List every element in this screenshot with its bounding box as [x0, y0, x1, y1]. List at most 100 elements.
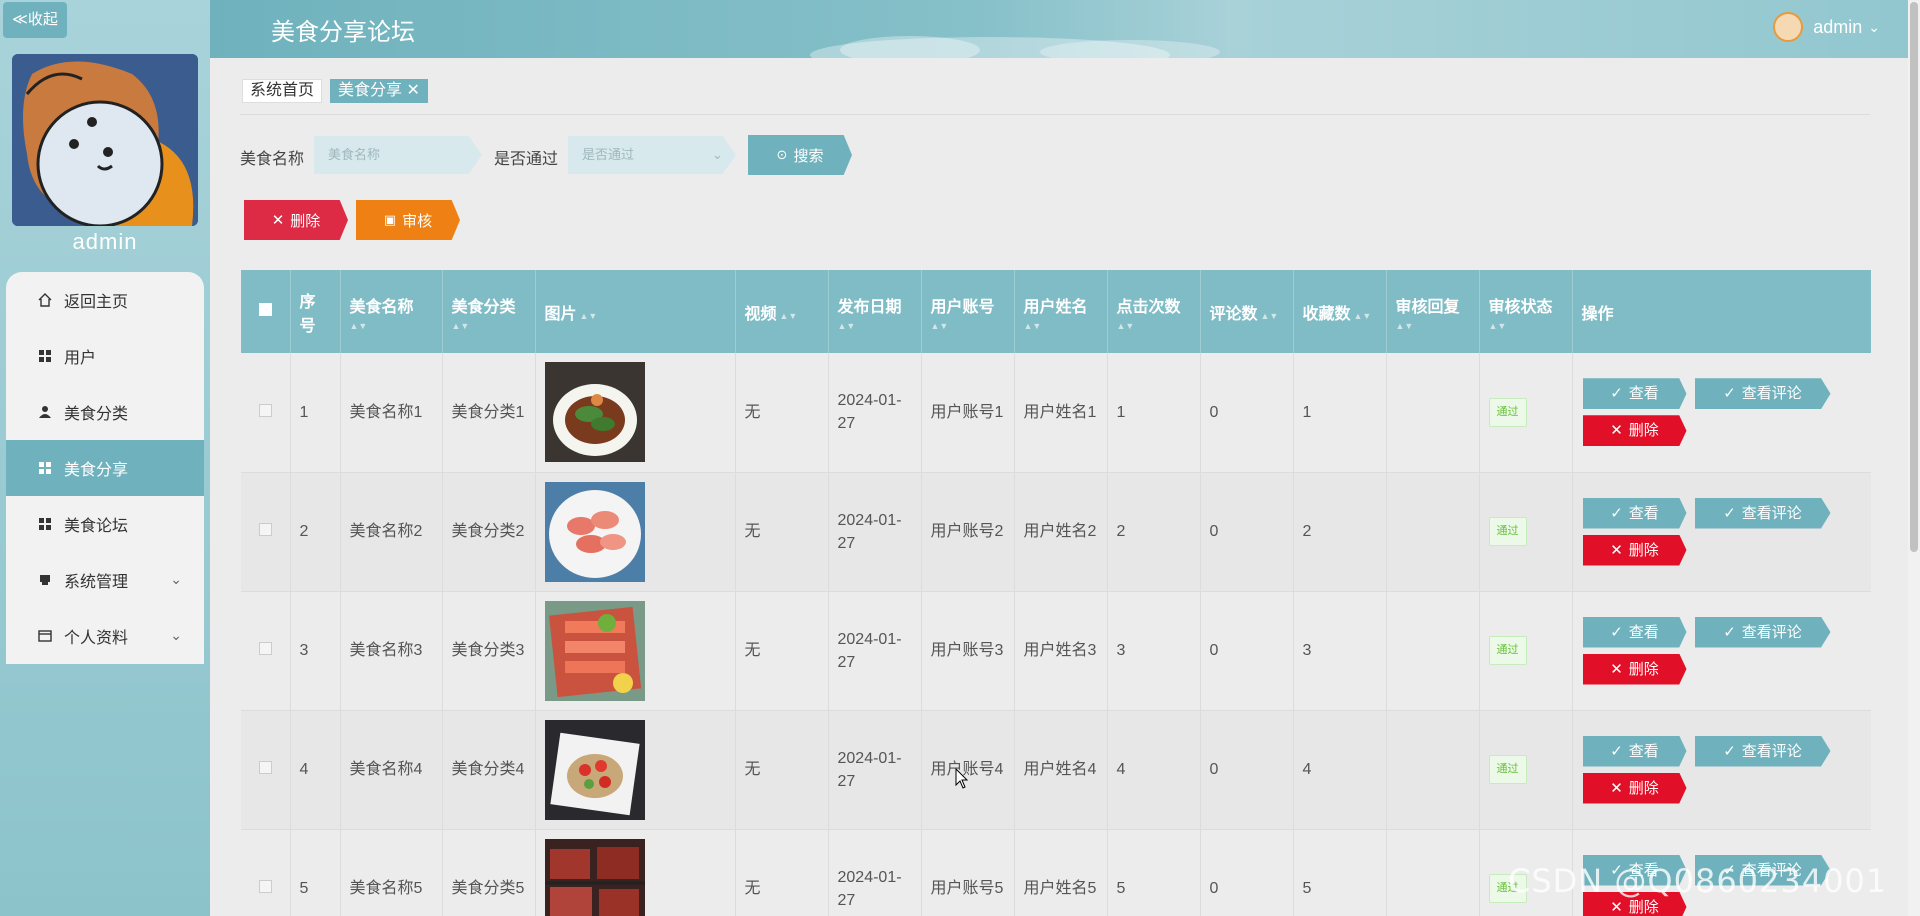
sort-icon[interactable]: ▲▼: [931, 321, 1005, 331]
select-all-checkbox[interactable]: [258, 302, 272, 316]
home-icon: [38, 293, 52, 307]
sort-icon[interactable]: ▲▼: [350, 321, 433, 331]
row-select[interactable]: [241, 353, 291, 473]
sort-icon[interactable]: ▲▼: [1396, 321, 1470, 331]
cell-video: 无: [735, 472, 829, 592]
col-comments[interactable]: 评论数 ▲▼: [1200, 270, 1294, 353]
select-all-header[interactable]: [241, 270, 291, 353]
view-button[interactable]: ✓ 查看: [1582, 497, 1687, 529]
col-reply[interactable]: 审核回复 ▲▼: [1386, 270, 1480, 353]
cell-username: 用户姓名3: [1014, 591, 1108, 711]
food-image[interactable]: [544, 600, 645, 701]
data-table: 序号 美食名称 ▲▼ 美食分类 ▲▼ 图片 ▲▼ 视频 ▲▼ 发布日期 ▲▼ 用户账号 ▲▼…: [241, 270, 1871, 916]
page-scrollbar[interactable]: [1908, 0, 1920, 916]
cell-comments: 0: [1200, 710, 1294, 830]
view-comments-button[interactable]: ✓ 查看评论: [1694, 735, 1831, 767]
col-image[interactable]: 图片 ▲▼: [535, 270, 736, 353]
food-image[interactable]: [544, 481, 645, 582]
sidebar-item-system[interactable]: 系统管理 ⌄: [6, 552, 204, 608]
row-select[interactable]: [241, 591, 291, 711]
pass-select[interactable]: 是否通过 ⌄: [568, 136, 736, 174]
sort-icon[interactable]: ▲▼: [1117, 321, 1191, 331]
sidebar-item-home[interactable]: 返回主页: [6, 272, 204, 328]
search-button[interactable]: ⊙ 搜索: [748, 135, 852, 175]
tabs-divider: [240, 114, 1870, 115]
sort-icon[interactable]: ▲▼: [1354, 311, 1372, 321]
view-button[interactable]: ✓ 查看: [1582, 616, 1687, 648]
cell-favs: 1: [1293, 353, 1387, 473]
row-checkbox[interactable]: [258, 880, 272, 893]
col-status[interactable]: 审核状态 ▲▼: [1479, 270, 1573, 353]
scrollbar-thumb[interactable]: [1910, 2, 1918, 552]
col-name[interactable]: 美食名称 ▲▼: [340, 270, 443, 353]
delete-button[interactable]: ✕ 删除: [1582, 772, 1687, 804]
col-favs[interactable]: 收藏数 ▲▼: [1293, 270, 1387, 353]
grid-icon: [39, 462, 51, 474]
sidebar-item-users[interactable]: 用户: [6, 328, 204, 384]
row-select[interactable]: [241, 829, 291, 916]
row-select[interactable]: [241, 710, 291, 830]
col-video[interactable]: 视频 ▲▼: [735, 270, 829, 353]
cell-username: 用户姓名4: [1014, 710, 1108, 830]
sidebar-item-food-share[interactable]: 美食分享: [6, 440, 204, 496]
row-select[interactable]: [241, 472, 291, 592]
sort-icon[interactable]: ▲▼: [838, 321, 912, 331]
col-username[interactable]: 用户姓名 ▲▼: [1014, 270, 1108, 353]
collapse-button[interactable]: ≪收起: [3, 2, 67, 38]
food-name-label: 美食名称: [240, 151, 305, 168]
tab-home[interactable]: 系统首页: [242, 79, 323, 103]
sort-icon[interactable]: ▲▼: [452, 321, 526, 331]
sort-icon[interactable]: ▲▼: [1261, 311, 1279, 321]
sidebar-item-food-forum[interactable]: 美食论坛: [6, 496, 204, 552]
view-comments-button[interactable]: ✓ 查看评论: [1694, 616, 1831, 648]
delete-button[interactable]: ✕ 删除: [1582, 534, 1687, 566]
status-badge: 通过: [1488, 517, 1527, 546]
check-icon: ✓: [1610, 504, 1623, 522]
cell-no: 4: [290, 710, 341, 830]
row-checkbox[interactable]: [258, 761, 272, 774]
cell-image: [535, 591, 736, 711]
row-checkbox[interactable]: [258, 403, 272, 417]
status-badge: 通过: [1488, 755, 1527, 784]
user-menu[interactable]: admin ⌄: [1773, 12, 1880, 42]
cell-category: 美食分类2: [442, 472, 536, 592]
view-button[interactable]: ✓ 查看: [1582, 735, 1687, 767]
batch-delete-button[interactable]: ✕ 删除: [244, 200, 348, 240]
col-clicks[interactable]: 点击次数 ▲▼: [1107, 270, 1201, 353]
row-checkbox[interactable]: [258, 642, 272, 655]
cell-favs: 5: [1293, 829, 1387, 916]
cell-date: 2024-01-27: [828, 710, 922, 830]
tab-food-share[interactable]: 美食分享 ✕: [330, 79, 428, 103]
audit-button[interactable]: ▣ 审核: [356, 200, 460, 240]
sort-icon[interactable]: ▲▼: [1489, 321, 1563, 331]
sort-icon[interactable]: ▲▼: [780, 311, 798, 321]
avatar: [12, 54, 198, 226]
header-clouds: [810, 36, 1220, 58]
cell-no: 2: [290, 472, 341, 592]
col-date[interactable]: 发布日期 ▲▼: [828, 270, 922, 353]
sort-icon[interactable]: ▲▼: [580, 311, 598, 321]
sidebar-item-profile[interactable]: 个人资料 ⌄: [6, 608, 204, 664]
cell-account: 用户账号3: [921, 591, 1015, 711]
col-actions: 操作: [1572, 270, 1871, 353]
food-image[interactable]: [544, 362, 645, 463]
view-button[interactable]: ✓ 查看: [1582, 378, 1687, 410]
food-image[interactable]: [544, 838, 645, 916]
sort-icon[interactable]: ▲▼: [1024, 321, 1098, 331]
col-category[interactable]: 美食分类 ▲▼: [442, 270, 536, 353]
row-checkbox[interactable]: [258, 523, 272, 536]
table-row: 2 美食名称2 美食分类2 无 2024-01-27 用户账号2 用户姓名2 2…: [241, 472, 1871, 592]
chevron-down-icon: ⌄: [712, 147, 723, 162]
view-comments-button[interactable]: ✓ 查看评论: [1694, 378, 1831, 410]
col-account[interactable]: 用户账号 ▲▼: [921, 270, 1015, 353]
cell-category: 美食分类4: [442, 710, 536, 830]
delete-button[interactable]: ✕ 删除: [1582, 415, 1687, 447]
delete-button[interactable]: ✕ 删除: [1582, 653, 1687, 685]
food-image[interactable]: [544, 719, 645, 820]
view-comments-button[interactable]: ✓ 查看评论: [1694, 497, 1831, 529]
cell-clicks: 1: [1107, 353, 1201, 473]
chevron-down-icon: ⌄: [170, 571, 182, 587]
grid-icon: [39, 518, 51, 530]
food-name-input[interactable]: 美食名称: [314, 136, 482, 174]
sidebar-item-food-category[interactable]: 美食分类: [6, 384, 204, 440]
